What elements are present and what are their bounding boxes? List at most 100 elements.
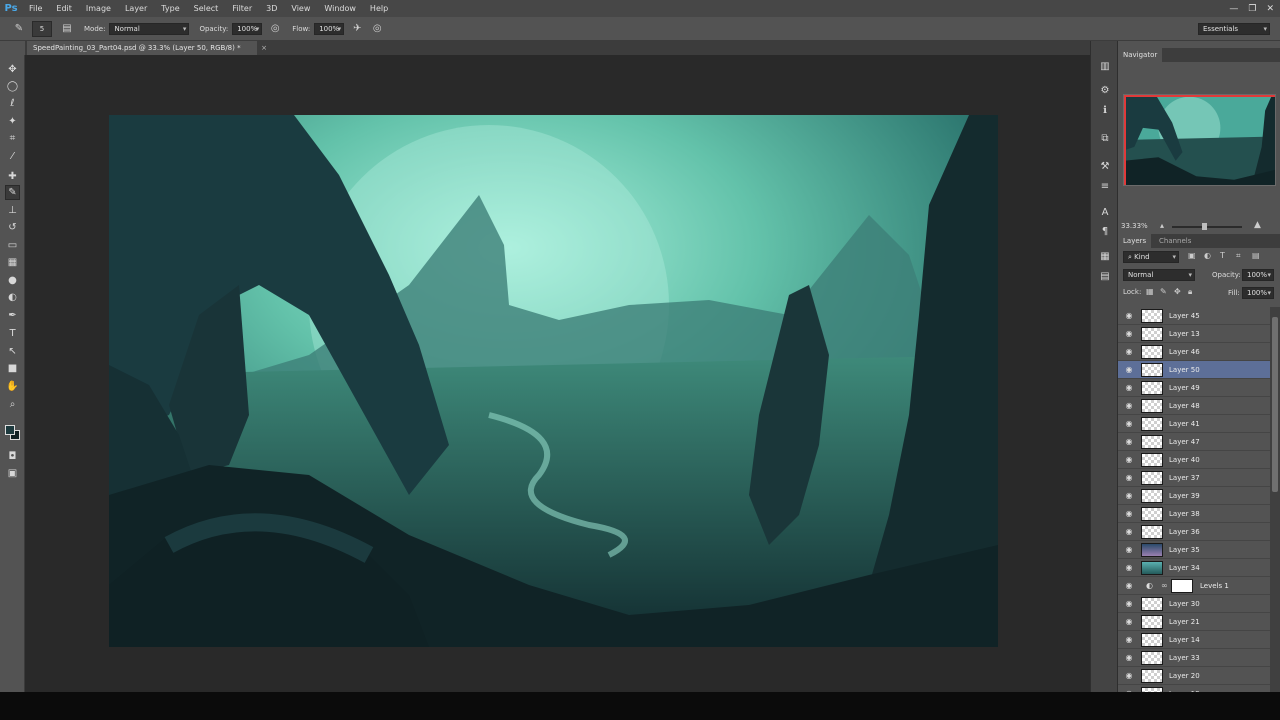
layer-thumbnail[interactable] xyxy=(1141,435,1163,449)
menu-type[interactable]: Type xyxy=(154,0,186,17)
layer-row[interactable]: ◉ ◐ ∞ Levels 1 xyxy=(1118,577,1270,595)
layer-thumbnail[interactable] xyxy=(1141,633,1163,647)
brush-settings-icon[interactable]: ≡ xyxy=(1098,179,1112,193)
flow-field[interactable]: 100% xyxy=(314,22,345,35)
filter-pixel-icon[interactable]: ▣ xyxy=(1188,251,1196,260)
visibility-eye-icon[interactable]: ◉ xyxy=(1124,509,1134,519)
workspace-dropdown[interactable]: Essentials xyxy=(1198,23,1270,35)
layers-scrollbar-thumb[interactable] xyxy=(1272,317,1278,492)
visibility-eye-icon[interactable]: ◉ xyxy=(1124,329,1134,339)
lasso-tool-icon[interactable]: ℓ xyxy=(5,96,20,111)
layer-thumbnail[interactable] xyxy=(1141,417,1163,431)
gradient-tool-icon[interactable]: ▦ xyxy=(5,255,20,270)
visibility-eye-icon[interactable]: ◉ xyxy=(1124,581,1134,591)
visibility-eye-icon[interactable]: ◉ xyxy=(1124,347,1134,357)
layer-thumbnail[interactable] xyxy=(1141,381,1163,395)
layer-thumbnail[interactable] xyxy=(1141,543,1163,557)
character-icon[interactable]: A xyxy=(1098,205,1112,219)
lock-position-icon[interactable]: ✥ xyxy=(1174,287,1181,296)
brush-preset-icon[interactable]: ✎ xyxy=(12,22,26,36)
layer-row[interactable]: ◉ Layer 39 xyxy=(1118,487,1270,505)
visibility-eye-icon[interactable]: ◉ xyxy=(1124,383,1134,393)
visibility-eye-icon[interactable]: ◉ xyxy=(1124,311,1134,321)
visibility-eye-icon[interactable]: ◉ xyxy=(1124,491,1134,501)
visibility-eye-icon[interactable]: ◉ xyxy=(1124,401,1134,411)
menu-layer[interactable]: Layer xyxy=(118,0,154,17)
histogram-icon[interactable]: ▥ xyxy=(1098,59,1112,73)
layer-thumbnail[interactable] xyxy=(1141,651,1163,665)
notes-icon[interactable]: ▤ xyxy=(1098,269,1112,283)
mode-dropdown[interactable]: Normal xyxy=(109,22,190,35)
navigator-preview[interactable] xyxy=(1123,94,1276,186)
hand-tool-icon[interactable]: ✋ xyxy=(5,379,20,394)
layer-row[interactable]: ◉ Layer 20 xyxy=(1118,667,1270,685)
layer-row[interactable]: ◉ Layer 36 xyxy=(1118,523,1270,541)
layer-thumbnail[interactable] xyxy=(1141,597,1163,611)
layer-row[interactable]: ◉ Layer 13 xyxy=(1118,325,1270,343)
layer-row[interactable]: ◉ Layer 35 xyxy=(1118,541,1270,559)
filter-kind-dropdown[interactable]: ⌕ Kind xyxy=(1123,251,1179,263)
layer-thumbnail[interactable] xyxy=(1141,471,1163,485)
layer-thumbnail[interactable] xyxy=(1141,507,1163,521)
menu-help[interactable]: Help xyxy=(363,0,395,17)
layer-row[interactable]: ◉ Layer 14 xyxy=(1118,631,1270,649)
screen-mode-icon[interactable]: ▣ xyxy=(5,466,20,481)
path-select-tool-icon[interactable]: ↖ xyxy=(5,344,20,359)
visibility-eye-icon[interactable]: ◉ xyxy=(1124,437,1134,447)
brush-panel-icon[interactable]: ▤ xyxy=(60,22,74,36)
visibility-eye-icon[interactable]: ◉ xyxy=(1124,455,1134,465)
layer-thumbnail[interactable] xyxy=(1141,327,1163,341)
menu-image[interactable]: Image xyxy=(79,0,118,17)
tool-presets-icon[interactable]: ⚒ xyxy=(1098,159,1112,173)
zoom-out-icon[interactable]: ▴ xyxy=(1160,221,1164,230)
layer-row[interactable]: ◉ Layer 30 xyxy=(1118,595,1270,613)
move-tool-icon[interactable]: ✥ xyxy=(5,62,20,77)
layer-row[interactable]: ◉ Layer 21 xyxy=(1118,613,1270,631)
filter-smart-icon[interactable]: ▤ xyxy=(1252,251,1260,260)
lock-all-icon[interactable]: 🔒︎ xyxy=(1188,287,1192,297)
visibility-eye-icon[interactable]: ◉ xyxy=(1124,473,1134,483)
layer-row[interactable]: ◉ Layer 41 xyxy=(1118,415,1270,433)
pen-tool-icon[interactable]: ✒ xyxy=(5,308,20,323)
menu-3d[interactable]: 3D xyxy=(259,0,284,17)
paragraph-icon[interactable]: ¶ xyxy=(1098,224,1112,238)
canvas-area[interactable] xyxy=(25,55,1090,692)
layer-row[interactable]: ◉ Layer 34 xyxy=(1118,559,1270,577)
layer-opacity-field[interactable]: 100% xyxy=(1242,269,1274,281)
layer-row[interactable]: ◉ Layer 48 xyxy=(1118,397,1270,415)
eraser-tool-icon[interactable]: ▭ xyxy=(5,238,20,253)
layer-mask-thumbnail[interactable] xyxy=(1171,579,1193,593)
type-tool-icon[interactable]: T xyxy=(5,326,20,341)
swatches-icon[interactable]: ▦ xyxy=(1098,249,1112,263)
menu-filter[interactable]: Filter xyxy=(225,0,259,17)
filter-shape-icon[interactable]: ⌗ xyxy=(1236,251,1241,261)
layer-thumbnail[interactable] xyxy=(1141,561,1163,575)
layer-thumbnail[interactable] xyxy=(1141,345,1163,359)
layer-row[interactable]: ◉ Layer 40 xyxy=(1118,451,1270,469)
dodge-tool-icon[interactable]: ◐ xyxy=(5,290,20,305)
tab-layers[interactable]: Layers xyxy=(1118,234,1152,248)
visibility-eye-icon[interactable]: ◉ xyxy=(1124,599,1134,609)
airbrush-icon[interactable]: ✈ xyxy=(350,22,364,36)
restore-button[interactable]: ❐ xyxy=(1248,4,1256,14)
visibility-eye-icon[interactable]: ◉ xyxy=(1124,545,1134,555)
visibility-eye-icon[interactable]: ◉ xyxy=(1124,563,1134,573)
quick-mask-icon[interactable]: ◘ xyxy=(5,449,20,464)
fill-field[interactable]: 100% xyxy=(1242,287,1274,299)
clone-stamp-tool-icon[interactable]: ⊥ xyxy=(5,203,20,218)
visibility-eye-icon[interactable]: ◉ xyxy=(1124,635,1134,645)
blur-tool-icon[interactable]: ● xyxy=(5,273,20,288)
brush-preset-picker[interactable]: 5 xyxy=(32,20,52,37)
layer-row[interactable]: ◉ Layer 49 xyxy=(1118,379,1270,397)
layer-thumbnail[interactable] xyxy=(1141,489,1163,503)
clone-source-icon[interactable]: ⧉ xyxy=(1098,131,1112,145)
layer-row[interactable]: ◉ Layer 37 xyxy=(1118,469,1270,487)
painting-canvas[interactable] xyxy=(109,115,998,647)
history-brush-tool-icon[interactable]: ↺ xyxy=(5,220,20,235)
quick-select-tool-icon[interactable]: ✦ xyxy=(5,114,20,129)
foreground-color-swatch[interactable] xyxy=(5,425,15,435)
menu-select[interactable]: Select xyxy=(187,0,226,17)
zoom-tool-icon[interactable]: ⌕ xyxy=(5,397,20,412)
visibility-eye-icon[interactable]: ◉ xyxy=(1124,671,1134,681)
shape-tool-icon[interactable]: ■ xyxy=(5,361,20,376)
